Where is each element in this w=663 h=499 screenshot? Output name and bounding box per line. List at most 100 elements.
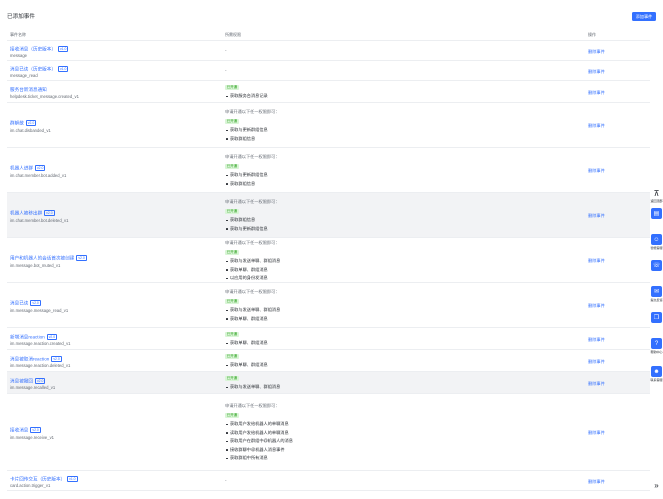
event-label-link[interactable]: 接收消息（历史版本） [10,46,56,51]
sidebar-item-label: 联系客服 [650,378,663,382]
permission-item: 获取与发送单聊、群组消息 [225,383,565,392]
event-label-link[interactable]: 消息被取消reaction [10,356,49,361]
event-label-link[interactable]: 接收消息 [10,427,28,432]
permission-hint: 申请开通以下任一权限即可： [225,199,280,204]
sidebar-item[interactable]: ❐ [650,312,663,323]
permission-item: 获取与发送单聊、群组消息 [225,306,565,315]
delete-event-link[interactable]: 删除事件 [588,337,605,343]
delete-event-link[interactable]: 删除事件 [588,430,605,436]
page-title: 已添加事件 [7,14,35,20]
permission-item: 获取与更新群组信息 [225,126,565,135]
table-header: 事件名称 所需权限 操作 [7,29,650,41]
permission-item: 获取与更新群组信息 [225,171,565,180]
delete-event-link[interactable]: 删除事件 [588,359,605,365]
permission-hint: 申请开通以下任一权限即可： [225,403,280,409]
permission-cell: - [225,48,565,53]
sidebar-item[interactable]: » [650,482,663,490]
version-badge: v2.0 [30,427,41,433]
permission-status-tag: 已开通 [225,331,239,337]
headset-icon: ☏ [651,260,662,271]
table-row: 消息被撤回 v2.0 im.message.recalled_v1 已开通 获取与发送单… [7,372,650,394]
version-badge: v2.0 [25,120,37,126]
sidebar-item[interactable]: ⊼ 返回顶部 [650,190,663,204]
table-row: 服务台新消息通知 helpdesk.ticket_message.created_… [7,81,650,103]
event-label-link[interactable]: 用户和机器人的会话首次被创建 [10,255,74,260]
permission-cell: 已开通 获取单聊、群组消息 [225,331,565,348]
table-row: 卡片回传交互（历史版本） v1.0 card.action.trigger_v1 - 删… [7,471,650,491]
event-code: message [10,53,27,59]
sidebar-item[interactable]: ? 帮助中心 [650,338,663,354]
delete-event-link[interactable]: 删除事件 [588,49,605,55]
version-badge: v2.0 [76,255,87,261]
delete-event-link[interactable]: 删除事件 [588,168,605,174]
event-name-cell: 消息被撤回 v2.0 im.message.recalled_v1 [10,377,55,390]
table-row: 消息已读（历史版本） v1.0 message_read - 删除事件 [7,61,650,81]
permission-item: 以应用的身份发消息 [225,274,565,283]
table-row: 接收消息 v2.0 im.message.receive_v1 申请开通以下任一权限即… [7,394,650,471]
permission-item: 获取与发送单聊、群组消息 [225,257,565,266]
event-code: im.chat.disbanded_v1 [10,127,51,133]
event-label-link[interactable]: 消息已读 [10,300,28,305]
table-row: 消息被取消reaction v2.0 im.message.reaction.del… [7,350,650,372]
permission-cell: 申请开通以下任一权限即可： 已开通 获取与发送单聊、群组消息 获取单聊、群组消息 以应用… [225,240,565,283]
event-name-cell: 服务台新消息通知 helpdesk.ticket_message.created_… [10,87,79,100]
event-code: im.message.message_read_v1 [10,307,69,313]
permission-cell: 申请开通以下任一权限即可： 已开通 获取与更新群组信息 获取群组信息 [225,109,565,143]
event-code: im.message.reaction.deleted_v1 [10,363,71,369]
delete-event-link[interactable]: 删除事件 [588,90,605,96]
permission-list: 获取与更新群组信息 获取群组信息 [225,126,565,143]
permission-cell: - [225,478,565,483]
delete-event-link[interactable]: 删除事件 [588,123,605,129]
permission-item: 获取群组信息 [225,180,565,189]
help-icon: ? [651,338,662,349]
event-code: im.chat.member.bot.added_v1 [10,172,67,178]
book-icon: ❐ [651,312,662,323]
sidebar-item[interactable]: ✉ 提交反馈 [650,286,663,302]
sidebar-item[interactable]: ▤ [650,208,663,219]
delete-event-link[interactable]: 删除事件 [588,69,605,75]
event-code: im.message.bot_muted_v1 [10,262,61,268]
permission-cell: 已开通 获取单聊、群组消息 [225,353,565,370]
event-label-link[interactable]: 机器人被移出群 [10,210,42,215]
event-code: helpdesk.ticket_message.created_v1 [10,94,79,100]
event-table: 接收消息（历史版本） v1.0 message - 删除事件 消息已读（历史版本） v1.0… [7,41,650,491]
permission-item: 获取单聊、群组消息 [225,361,565,370]
permission-hint: 申请开通以下任一权限即可： [225,289,280,294]
event-label-link[interactable]: 新增消息reaction [10,334,45,339]
event-label-link[interactable]: 卡片回传交互（历史版本） [10,476,65,481]
version-badge: v2.0 [46,333,58,340]
permission-status-tag: 已开通 [225,163,239,169]
no-permission-dash: - [225,48,227,53]
permission-cell: 申请开通以下任一权限即可： 已开通 获取与发送单聊、群组消息 获取单聊、群组消息 [225,289,565,323]
right-float-toolbar: ⊼ 返回顶部 ▤ ☺ 智能客服 ☏ ✉ 提交反馈 ❐? 帮助中心 ☻ 联系客服» [650,190,663,499]
permission-item: 读取用户发给机器人的单聊消息 [225,429,565,438]
event-name-cell: 卡片回传交互（历史版本） v1.0 card.action.trigger_v1 [10,475,78,488]
sidebar-item[interactable]: ☏ [650,260,663,271]
permission-status-tag: 已开通 [225,84,239,90]
sidebar-item[interactable]: ☻ 联系客服 [650,366,663,382]
chat-icon: ✉ [651,286,662,297]
event-label-link[interactable]: 服务台新消息通知 [10,87,47,92]
permission-item: 获取单聊、群组消息 [225,266,565,275]
permission-hint: 申请开通以下任一权限即可： [225,154,280,159]
delete-event-link[interactable]: 删除事件 [588,258,605,264]
permission-list: 获取与发送单聊、群组消息 获取单聊、群组消息 [225,306,565,323]
permission-status-tag: 已开通 [225,412,239,418]
event-label-link[interactable]: 消息已读（历史版本） [10,66,56,71]
event-label-link[interactable]: 机器人进群 [10,165,33,170]
delete-event-link[interactable]: 删除事件 [588,213,605,219]
event-name-cell: 用户和机器人的会话首次被创建 v2.0 im.message.bot_muted_v… [10,255,87,268]
delete-event-link[interactable]: 删除事件 [588,479,605,485]
table-row: 群解散 v2.0 im.chat.disbanded_v1 申请开通以下任一权限即可：… [7,103,650,148]
permission-list: 获取与发送单聊、群组消息 获取单聊、群组消息 以应用的身份发消息 [225,257,565,283]
event-label-link[interactable]: 群解散 [10,120,24,125]
permission-item: 获取与更新群组信息 [225,225,565,234]
sidebar-item[interactable]: ☺ 智能客服 [650,234,663,250]
add-event-button[interactable]: 添加事件 [632,12,656,21]
delete-event-link[interactable]: 删除事件 [588,303,605,309]
delete-event-link[interactable]: 删除事件 [588,381,605,387]
permission-item: 获取单聊、群组消息 [225,315,565,324]
event-label-link[interactable]: 消息被撤回 [10,378,33,383]
sidebar-item-label: 帮助中心 [650,350,663,354]
event-name-cell: 群解散 v2.0 im.chat.disbanded_v1 [10,120,51,133]
